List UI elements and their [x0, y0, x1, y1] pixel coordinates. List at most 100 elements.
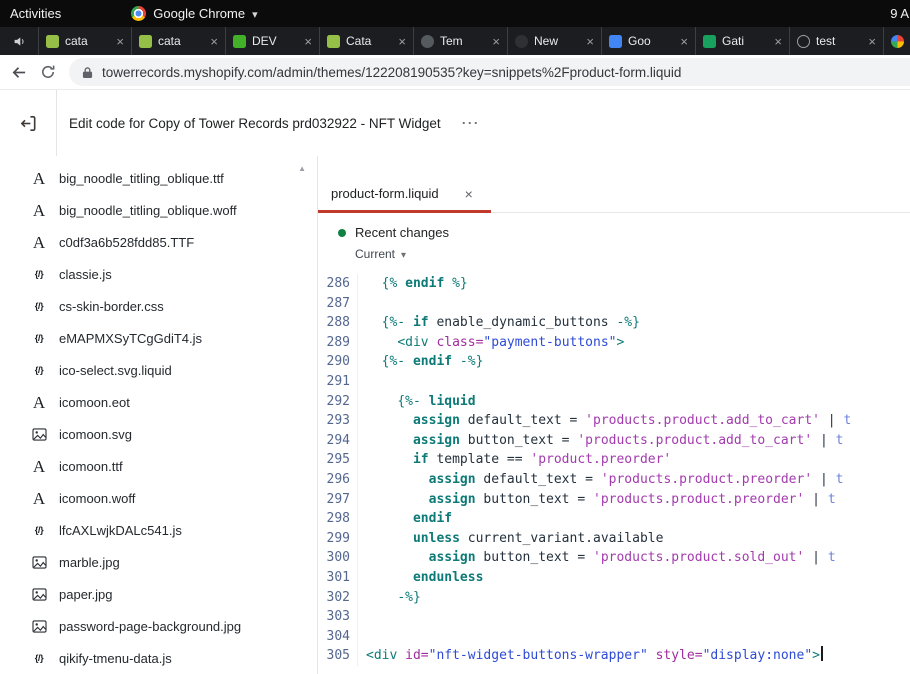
file-name: qikify-tmenu-data.js — [59, 651, 172, 666]
code-file-icon: {/} — [30, 301, 48, 312]
site-favicon — [515, 35, 528, 48]
app-menu-button[interactable]: Google Chrome — [131, 6, 257, 21]
tab-close-icon[interactable] — [398, 34, 406, 49]
code-text: -%} — [358, 588, 421, 608]
code-line[interactable]: 302 -%} — [318, 588, 910, 608]
code-line[interactable]: 297 assign button_text = 'products.produ… — [318, 490, 910, 510]
file-name: eMAPMXSyTCgGdiT4.js — [59, 331, 202, 346]
file-tab-product-form[interactable]: product-form.liquid — [318, 177, 491, 213]
tab-close-icon[interactable] — [868, 34, 876, 49]
browser-tab[interactable]: Goo — [602, 27, 696, 55]
code-line[interactable]: 291 — [318, 372, 910, 392]
scroll-up-icon[interactable] — [298, 158, 306, 176]
code-line[interactable]: 293 assign default_text = 'products.prod… — [318, 411, 910, 431]
file-item[interactable]: Aicomoon.woff — [0, 482, 317, 514]
close-icon[interactable] — [465, 186, 473, 202]
code-text: unless current_variant.available — [358, 529, 663, 549]
lock-icon[interactable] — [82, 66, 93, 79]
tab-close-icon[interactable] — [586, 34, 594, 49]
browser-tab[interactable]: cata — [132, 27, 226, 55]
code-line[interactable]: 290 {%- endif -%} — [318, 352, 910, 372]
code-text: <div class="payment-buttons"> — [358, 333, 624, 353]
file-name: marble.jpg — [59, 555, 120, 570]
file-item[interactable]: {/}ico-select.svg.liquid — [0, 354, 317, 386]
exit-icon — [19, 114, 38, 133]
file-item[interactable]: marble.jpg — [0, 546, 317, 578]
recent-changes-label: Recent changes — [355, 225, 449, 240]
file-item[interactable]: password-page-background.jpg — [0, 610, 317, 642]
tab-title: New — [534, 34, 580, 48]
file-item[interactable]: Aicomoon.ttf — [0, 450, 317, 482]
code-line[interactable]: 303 — [318, 607, 910, 627]
image-file-icon — [30, 428, 48, 441]
tab-close-icon[interactable] — [304, 34, 312, 49]
file-item[interactable]: icomoon.svg — [0, 418, 317, 450]
code-line[interactable]: 299 unless current_variant.available — [318, 529, 910, 549]
code-line[interactable]: 304 — [318, 627, 910, 647]
line-number: 292 — [318, 392, 358, 412]
speaker-icon[interactable] — [0, 27, 38, 55]
code-text — [358, 607, 366, 627]
line-number: 291 — [318, 372, 358, 392]
code-line[interactable]: 286 {% endif %} — [318, 274, 910, 294]
tab-close-icon[interactable] — [492, 34, 500, 49]
code-line[interactable]: 301 endunless — [318, 568, 910, 588]
code-line[interactable]: 294 assign button_text = 'products.produ… — [318, 431, 910, 451]
tab-close-icon[interactable] — [680, 34, 688, 49]
tab-title: cata — [65, 34, 110, 48]
code-line[interactable]: 292 {%- liquid — [318, 392, 910, 412]
code-line[interactable]: 288 {%- if enable_dynamic_buttons -%} — [318, 313, 910, 333]
file-item[interactable]: {/}lfcAXLwjkDALc541.js — [0, 514, 317, 546]
browser-tab[interactable]: cata — [38, 27, 132, 55]
file-item[interactable]: {/} qikify-tmenu-data.js — [0, 642, 317, 674]
code-line[interactable]: 295 if template == 'product.preorder' — [318, 450, 910, 470]
file-item[interactable]: Aicomoon.eot — [0, 386, 317, 418]
code-text: endunless — [358, 568, 483, 588]
reload-icon[interactable] — [40, 64, 56, 80]
code-line[interactable]: 287 — [318, 294, 910, 314]
font-file-icon: A — [30, 202, 48, 219]
tab-close-icon[interactable] — [210, 34, 218, 49]
back-icon[interactable] — [10, 64, 27, 81]
browser-tab[interactable] — [884, 27, 910, 55]
code-line[interactable]: 300 assign button_text = 'products.produ… — [318, 548, 910, 568]
font-file-icon: A — [30, 234, 48, 251]
file-item[interactable]: {/}classie.js — [0, 258, 317, 290]
tab-title: Cata — [346, 34, 392, 48]
tab-close-icon[interactable] — [774, 34, 782, 49]
browser-tab[interactable]: Gati — [696, 27, 790, 55]
system-clock[interactable]: 9 A — [890, 6, 910, 21]
chevron-down-icon — [401, 247, 406, 261]
browser-tab[interactable]: test — [790, 27, 884, 55]
file-item[interactable]: {/}eMAPMXSyTCgGdiT4.js — [0, 322, 317, 354]
code-line[interactable]: 298 endif — [318, 509, 910, 529]
browser-tab[interactable]: New — [508, 27, 602, 55]
browser-tab[interactable]: Tem — [414, 27, 508, 55]
file-item[interactable]: Abig_noodle_titling_oblique.woff — [0, 194, 317, 226]
code-text: assign button_text = 'products.product.p… — [358, 490, 836, 510]
activities-button[interactable]: Activities — [0, 6, 73, 21]
code-editor[interactable]: 286 {% endif %}287288 {%- if enable_dyna… — [318, 271, 910, 674]
line-number: 304 — [318, 627, 358, 647]
exit-code-editor-button[interactable] — [0, 90, 57, 156]
code-line[interactable]: 296 assign default_text = 'products.prod… — [318, 470, 910, 490]
browser-tab[interactable]: DEV — [226, 27, 320, 55]
file-name: ico-select.svg.liquid — [59, 363, 172, 378]
version-dropdown[interactable]: Current — [355, 247, 910, 261]
file-item[interactable]: paper.jpg — [0, 578, 317, 610]
address-bar-input[interactable]: towerrecords.myshopify.com/admin/themes/… — [69, 58, 910, 86]
changes-status-dot — [338, 229, 346, 237]
more-actions-button[interactable] — [461, 90, 480, 156]
system-top-bar: Activities Google Chrome 9 A — [0, 0, 910, 27]
code-line[interactable]: 305<div id="nft-widget-buttons-wrapper" … — [318, 646, 910, 666]
file-item[interactable]: Abig_noodle_titling_oblique.ttf — [0, 162, 317, 194]
tab-close-icon[interactable] — [116, 34, 124, 49]
code-file-icon: {/} — [30, 653, 48, 664]
tab-list: catacataDEVCataTemNewGooGatitest — [38, 27, 910, 55]
code-line[interactable]: 289 <div class="payment-buttons"> — [318, 333, 910, 353]
file-item[interactable]: Ac0df3a6b528fdd85.TTF — [0, 226, 317, 258]
browser-tab[interactable]: Cata — [320, 27, 414, 55]
line-number: 286 — [318, 274, 358, 294]
file-item[interactable]: {/}cs-skin-border.css — [0, 290, 317, 322]
line-number: 293 — [318, 411, 358, 431]
